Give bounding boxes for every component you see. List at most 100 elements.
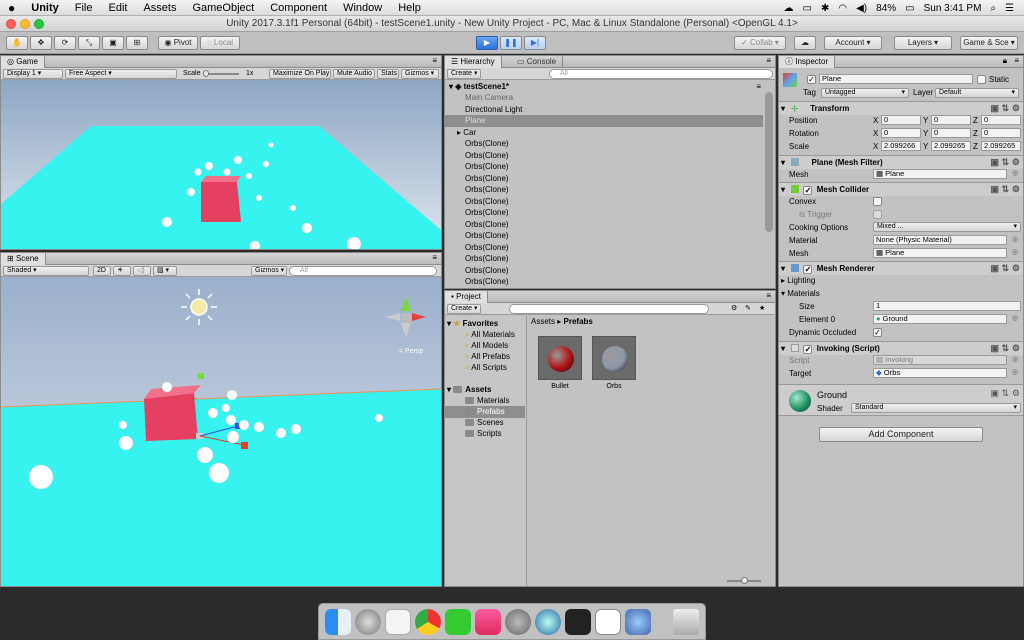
hierarchy-create-dropdown[interactable]: Create ▾ <box>447 69 481 79</box>
gear-icon[interactable]: ⚙ <box>1012 183 1020 196</box>
prefab-bullet-thumb[interactable] <box>538 336 582 380</box>
cloud-icon[interactable]: ☁ <box>784 3 794 14</box>
folder-prefabs[interactable]: Prefabs <box>445 406 525 418</box>
panel-menu-icon[interactable]: ≡ <box>766 291 771 300</box>
hierarchy-item[interactable]: Orbs(Clone) <box>445 242 763 254</box>
step-button[interactable]: ▶| <box>524 36 546 50</box>
preview-icon[interactable] <box>625 609 651 635</box>
position-y-label[interactable]: Y <box>923 116 928 125</box>
move-tool-icon[interactable]: ✥ <box>30 36 52 50</box>
menu-edit[interactable]: Edit <box>100 2 135 14</box>
apple-icon[interactable]: ● <box>0 1 23 15</box>
gear-icon[interactable]: ⚙ <box>1012 388 1020 399</box>
scene-search-input[interactable]: All <box>289 266 437 276</box>
transform-tool-icon[interactable]: ⊞ <box>126 36 148 50</box>
object-picker-icon[interactable]: ◎ <box>1012 169 1018 177</box>
mesh-renderer-enabled-checkbox[interactable]: ✓ <box>803 265 813 274</box>
materials-foldout[interactable]: ▾ Materials <box>781 289 820 298</box>
presets-icon[interactable]: ⇅ <box>1001 342 1009 355</box>
maximize-button[interactable] <box>34 19 44 29</box>
rotate-tool-icon[interactable]: ⟳ <box>54 36 76 50</box>
tab-inspector[interactable]: ⓘ Inspector <box>779 56 836 68</box>
volume-icon[interactable]: ◀) <box>856 3 867 14</box>
hierarchy-item[interactable]: Orbs(Clone) <box>445 265 763 277</box>
collider-mesh-field[interactable]: ▦ Plane <box>873 248 1007 258</box>
2d-toggle[interactable]: 2D <box>93 266 111 276</box>
position-y-input[interactable]: 0 <box>931 115 971 125</box>
rotation-z-input[interactable]: 0 <box>981 128 1021 138</box>
hierarchy-item[interactable]: Orbs(Clone) <box>445 196 763 208</box>
cooking-options-dropdown[interactable]: Mixed ... ▾ <box>873 222 1021 232</box>
convex-checkbox[interactable] <box>873 197 882 206</box>
rect-tool-icon[interactable]: ▣ <box>102 36 124 50</box>
breadcrumb-assets[interactable]: Assets <box>531 317 555 326</box>
scale-y-input[interactable]: 2.099265 <box>931 141 971 151</box>
physic-material-field[interactable]: None (Physic Material) <box>873 235 1007 245</box>
favorite-star-icon[interactable]: ★ <box>759 303 765 314</box>
active-checkbox[interactable]: ✓ <box>807 75 816 84</box>
panel-menu-icon[interactable]: ≡ <box>1014 56 1019 65</box>
layout-dropdown[interactable]: Game & Sce ▾ <box>960 36 1018 50</box>
account-dropdown[interactable]: Account ▾ <box>824 36 882 50</box>
terminal-icon[interactable] <box>565 609 591 635</box>
favorites-header[interactable]: ▾ ★ Favorites <box>445 318 525 330</box>
maximize-on-play-toggle[interactable]: Maximize On Play <box>269 69 331 79</box>
hierarchy-item[interactable]: Directional Light <box>445 104 763 116</box>
clock[interactable]: Sun 3:41 PM <box>924 3 982 14</box>
presets-icon[interactable]: ⇅ <box>1001 388 1009 399</box>
hierarchy-item[interactable]: Orbs(Clone) <box>445 219 763 231</box>
rotation-y-input[interactable]: 0 <box>931 128 971 138</box>
folder-scenes[interactable]: Scenes <box>445 417 525 429</box>
panel-menu-icon[interactable]: ≡ <box>432 253 437 262</box>
quicktime-icon[interactable] <box>535 609 561 635</box>
assets-header[interactable]: ▾ Assets <box>445 384 525 396</box>
object-picker-icon[interactable]: ◎ <box>1012 235 1018 243</box>
hierarchy-item[interactable]: Orbs(Clone) <box>445 150 763 162</box>
element0-field[interactable]: ● Ground <box>873 314 1007 324</box>
scene-viewport[interactable]: < Persp <box>1 277 441 587</box>
lighting-foldout[interactable]: ▸ Lighting <box>781 276 815 285</box>
expand-arrow-icon[interactable]: ▾ <box>449 82 453 91</box>
display-icon[interactable]: ▭ <box>803 3 812 14</box>
dynamic-occluded-checkbox[interactable]: ✓ <box>873 328 882 337</box>
scene-root[interactable]: ▾ ◈ testScene1* ≡ <box>445 81 775 92</box>
display-dropdown[interactable]: Display 1 ▾ <box>3 69 63 79</box>
layer-dropdown[interactable]: Default ▾ <box>935 88 1019 98</box>
fav-all-models[interactable]: ⌕ All Models <box>445 340 525 352</box>
layers-dropdown[interactable]: Layers ▾ <box>894 36 952 50</box>
help-icon[interactable]: ▣ <box>990 342 999 355</box>
lighting-toggle-icon[interactable]: ☀ <box>113 266 131 276</box>
help-icon[interactable]: ▣ <box>990 183 999 196</box>
fav-all-prefabs[interactable]: ⌕ All Prefabs <box>445 351 525 363</box>
folder-materials[interactable]: Materials <box>445 395 525 407</box>
filter-label-icon[interactable]: ✎ <box>745 303 751 314</box>
wifi-icon[interactable]: ◠ <box>838 3 847 14</box>
mesh-collider-header[interactable]: ▾ ✓ Mesh Collider ▣ ⇅ ⚙ <box>779 182 1023 196</box>
hierarchy-item[interactable]: Plane <box>445 115 763 127</box>
icon-size-slider-thumb[interactable] <box>741 577 748 584</box>
scale-x-input[interactable]: 2.099266 <box>881 141 921 151</box>
hand-tool-icon[interactable]: ✋ <box>6 36 28 50</box>
finder-icon[interactable] <box>325 609 351 635</box>
rotation-z-label[interactable]: Z <box>973 129 978 138</box>
presets-icon[interactable]: ⇅ <box>1001 183 1009 196</box>
hierarchy-item[interactable]: Orbs(Clone) <box>445 253 763 265</box>
object-picker-icon[interactable]: ◎ <box>1012 248 1018 256</box>
search-icon[interactable]: ⌕ <box>990 3 996 14</box>
scale-z-input[interactable]: 2.099265 <box>981 141 1021 151</box>
help-icon[interactable]: ▣ <box>990 156 999 169</box>
transform-header[interactable]: ▾ ⊹ Transform ▣ ⇅ ⚙ <box>779 101 1023 115</box>
tab-hierarchy[interactable]: ☰ Hierarchy <box>445 56 502 68</box>
scale-slider-thumb[interactable] <box>203 70 209 77</box>
tab-console[interactable]: ▭ Console <box>511 56 564 68</box>
hierarchy-item[interactable]: Orbs(Clone) <box>445 184 763 196</box>
scale-z-label[interactable]: Z <box>973 142 978 151</box>
tab-project[interactable]: ▪ Project <box>445 291 488 303</box>
mesh-filter-mesh-field[interactable]: ▦ Plane <box>873 169 1007 179</box>
presets-icon[interactable]: ⇅ <box>1001 262 1009 275</box>
presets-icon[interactable]: ⇅ <box>1001 102 1009 115</box>
menu-assets[interactable]: Assets <box>135 2 184 14</box>
trash-icon[interactable] <box>673 609 699 635</box>
tag-dropdown[interactable]: Untagged ▾ <box>821 88 909 98</box>
material-preview-sphere[interactable] <box>789 390 811 412</box>
